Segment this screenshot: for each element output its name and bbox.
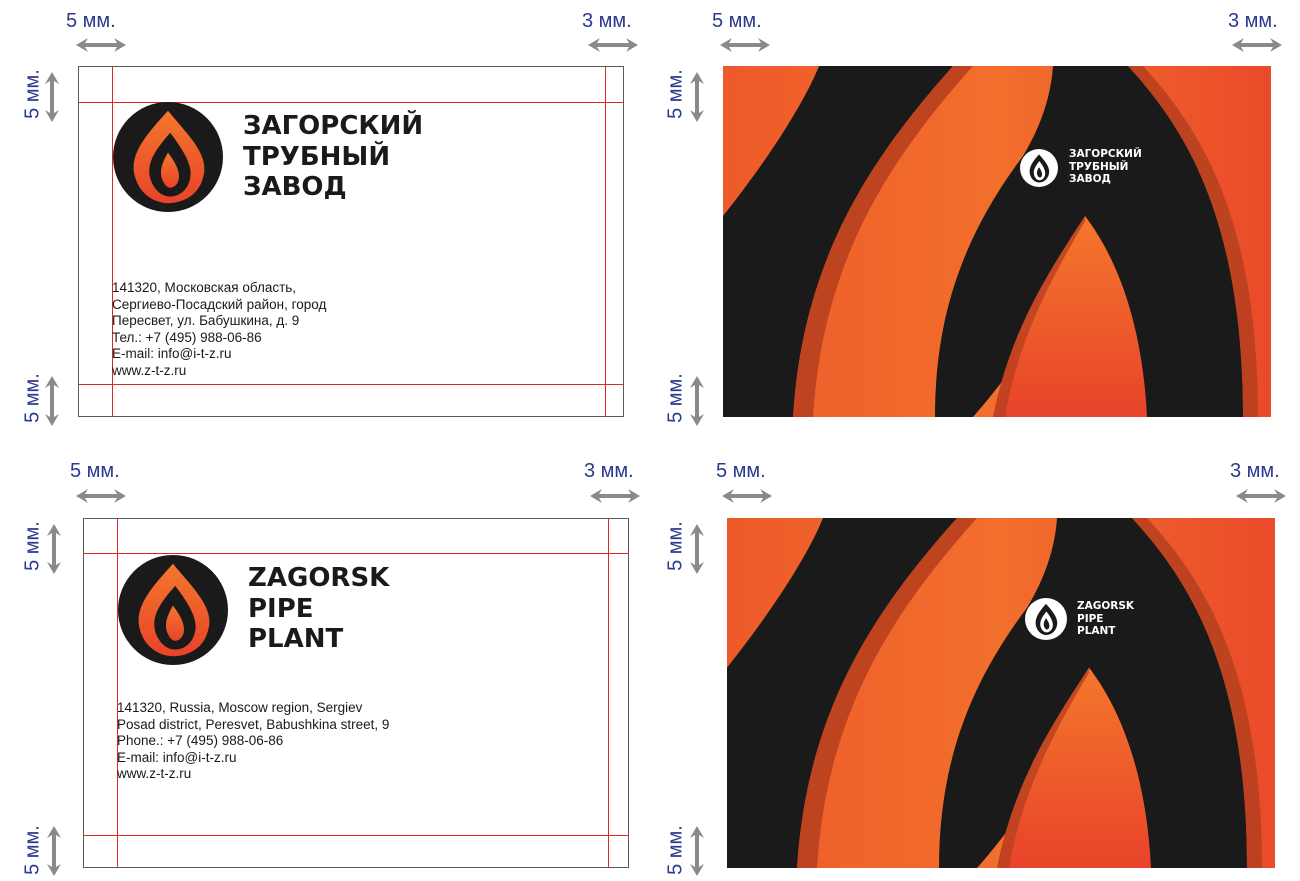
dim-right-margin: 3 мм. xyxy=(1228,10,1278,32)
business-card-front: ЗАГОРСКИЙ ТРУБНЫЙ ЗАВОД 141320, Московск… xyxy=(78,66,624,417)
contact-details: 141320, Московская область, Сергиево-Пос… xyxy=(112,280,327,378)
dim-left-margin: 5 мм. xyxy=(716,460,766,482)
dim-right-margin: 3 мм. xyxy=(584,460,634,482)
double-arrow-horizontal-icon xyxy=(1232,38,1282,52)
flame-in-circle-icon xyxy=(1020,149,1058,187)
company-name: ЗАГОРСКИЙ ТРУБНЫЙ ЗАВОД xyxy=(1069,148,1142,185)
double-arrow-vertical-icon xyxy=(690,72,704,122)
guide-line-top xyxy=(84,553,628,554)
company-name: ZAGORSK PIPE PLANT xyxy=(248,563,390,655)
company-name: ZAGORSK PIPE PLANT xyxy=(1077,600,1135,637)
flame-in-circle-icon xyxy=(113,102,223,212)
double-arrow-horizontal-icon xyxy=(1236,489,1286,503)
flame-pattern-background xyxy=(727,518,1275,868)
dim-left-margin: 5 мм. xyxy=(70,460,120,482)
dim-left-margin: 5 мм. xyxy=(712,10,762,32)
dim-right-margin: 3 мм. xyxy=(582,10,632,32)
double-arrow-horizontal-icon xyxy=(590,489,640,503)
dim-left-margin: 5 мм. xyxy=(66,10,116,32)
double-arrow-vertical-icon xyxy=(45,376,59,426)
flame-pattern-background xyxy=(723,66,1271,417)
guide-line-right xyxy=(605,67,606,416)
double-arrow-horizontal-icon xyxy=(720,38,770,52)
double-arrow-horizontal-icon xyxy=(76,489,126,503)
double-arrow-horizontal-icon xyxy=(722,489,772,503)
double-arrow-vertical-icon xyxy=(690,524,704,574)
double-arrow-vertical-icon xyxy=(45,72,59,122)
double-arrow-vertical-icon xyxy=(690,826,704,876)
double-arrow-vertical-icon xyxy=(47,826,61,876)
guide-line-right xyxy=(608,519,609,867)
business-card-front: ZAGORSK PIPE PLANT 141320, Russia, Mosco… xyxy=(83,518,629,868)
double-arrow-horizontal-icon xyxy=(588,38,638,52)
flame-in-circle-icon xyxy=(118,555,228,665)
flame-in-circle-icon xyxy=(1025,598,1067,640)
company-name: ЗАГОРСКИЙ ТРУБНЫЙ ЗАВОД xyxy=(243,111,424,203)
double-arrow-horizontal-icon xyxy=(76,38,126,52)
business-card-back: ЗАГОРСКИЙ ТРУБНЫЙ ЗАВОД xyxy=(723,66,1271,417)
guide-line-bottom xyxy=(84,835,628,836)
business-card-back: ZAGORSK PIPE PLANT xyxy=(727,518,1275,868)
double-arrow-vertical-icon xyxy=(47,524,61,574)
contact-details: 141320, Russia, Moscow region, Sergiev P… xyxy=(117,700,390,781)
dim-right-margin: 3 мм. xyxy=(1230,460,1280,482)
double-arrow-vertical-icon xyxy=(690,376,704,426)
guide-line-bottom xyxy=(79,384,623,385)
